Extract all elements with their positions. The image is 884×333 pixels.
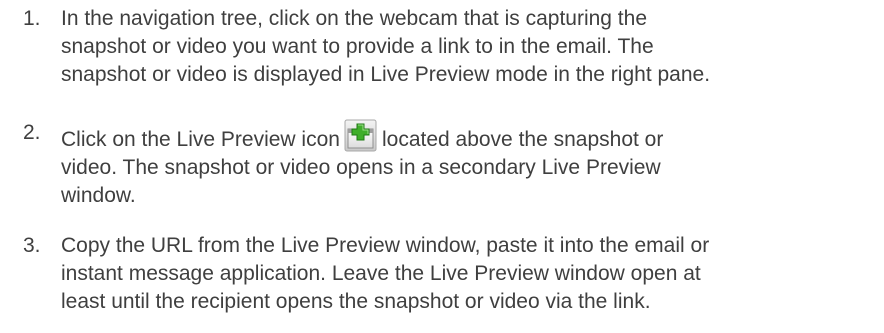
step-line-part: located above the snapshot or (381, 128, 664, 151)
step-number: 2. (23, 121, 41, 144)
step-line: window. (61, 184, 136, 207)
step-line: Copy the URL from the Live Preview windo… (61, 234, 710, 257)
step-text: Copy the URL from the Live Preview windo… (61, 232, 876, 316)
step-number: 1. (23, 7, 41, 30)
step-line: least until the recipient opens the snap… (61, 290, 651, 313)
step-number: 3. (23, 234, 41, 257)
step-line-with-icon: Click on the Live Preview icon located a… (61, 119, 876, 154)
step-line: snapshot or video is displayed in Live P… (61, 63, 711, 86)
step-line: instant message application. Leave the L… (61, 262, 701, 285)
step-line-part: Click on the Live Preview icon (61, 128, 340, 151)
step-line: video. The snapshot or video opens in a … (61, 156, 661, 179)
step-line: snapshot or video you want to provide a … (61, 35, 654, 58)
live-preview-icon (344, 119, 377, 152)
step-text: Click on the Live Preview icon located a… (61, 119, 876, 210)
step-text: In the navigation tree, click on the web… (61, 5, 876, 89)
step-line: In the navigation tree, click on the web… (61, 7, 648, 30)
